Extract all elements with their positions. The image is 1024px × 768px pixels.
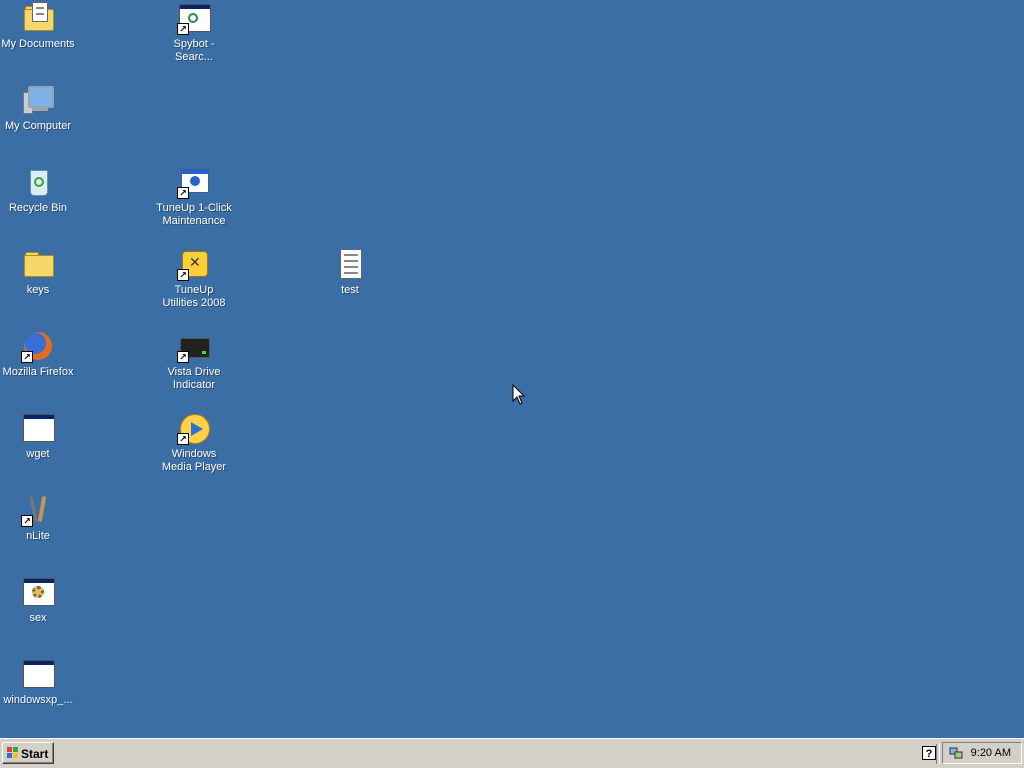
drive-indicator-icon: ↗ bbox=[177, 330, 210, 363]
tuneup-1-click-icon: ↗ bbox=[177, 166, 210, 199]
recycle-bin-icon bbox=[22, 166, 54, 198]
application-window-icon bbox=[22, 658, 55, 690]
desktop-icon-label: Spybot - Searc... bbox=[173, 38, 215, 63]
start-label: Start bbox=[21, 747, 49, 761]
desktop-icon-keys[interactable]: keys bbox=[0, 248, 76, 297]
desktop-icon-label: TuneUp Utilities 2008 bbox=[162, 284, 226, 309]
desktop-icon-label: test bbox=[341, 284, 359, 296]
desktop-icon-label: nLite bbox=[26, 530, 50, 542]
desktop-icon-nlite[interactable]: ↗ nLite bbox=[0, 494, 76, 543]
clock[interactable]: 9:20 AM bbox=[971, 747, 1011, 759]
shortcut-arrow-icon: ↗ bbox=[21, 515, 33, 527]
network-icon[interactable] bbox=[949, 746, 963, 760]
application-window-icon bbox=[22, 412, 55, 444]
help-icon[interactable]: ? bbox=[922, 746, 936, 760]
spybot-icon: ↗ bbox=[177, 2, 211, 35]
shortcut-arrow-icon: ↗ bbox=[177, 269, 189, 281]
desktop-icon-tuneup-utilities[interactable]: ✕ ↗ TuneUp Utilities 2008 bbox=[156, 248, 232, 310]
system-tray: 9:20 AM bbox=[942, 742, 1022, 764]
desktop-icon-label: My Documents bbox=[1, 38, 75, 50]
firefox-icon: ↗ bbox=[21, 330, 54, 363]
shortcut-arrow-icon: ↗ bbox=[177, 351, 189, 363]
desktop-icon-label: wget bbox=[26, 448, 50, 460]
shortcut-arrow-icon: ↗ bbox=[177, 23, 189, 35]
desktop-icon-test[interactable]: test bbox=[312, 248, 388, 297]
desktop-icon-label: windowsxp_... bbox=[3, 694, 73, 706]
application-gear-icon bbox=[22, 576, 55, 608]
desktop-icon-tuneup-1-click[interactable]: ↗ TuneUp 1-Click Maintenance bbox=[156, 166, 232, 228]
desktop-icon-label: TuneUp 1-Click Maintenance bbox=[156, 202, 232, 227]
desktop-icon-label: sex bbox=[29, 612, 47, 624]
windows-media-player-icon: ↗ bbox=[177, 412, 210, 445]
mouse-cursor-icon bbox=[512, 384, 526, 405]
tuneup-utilities-icon: ✕ ↗ bbox=[177, 248, 210, 281]
desktop-icon-label: Windows Media Player bbox=[161, 448, 227, 473]
desktop-icon-label: Vista Drive Indicator bbox=[167, 366, 221, 391]
start-button[interactable]: Start bbox=[2, 742, 54, 764]
shortcut-arrow-icon: ↗ bbox=[177, 187, 189, 199]
desktop-icon-label: Mozilla Firefox bbox=[2, 366, 74, 378]
folder-icon bbox=[22, 248, 54, 280]
shortcut-arrow-icon: ↗ bbox=[177, 433, 189, 445]
nlite-icon: ↗ bbox=[21, 494, 54, 527]
desktop-icon-my-computer[interactable]: My Computer bbox=[0, 84, 76, 133]
desktop-icon-my-documents[interactable]: My Documents bbox=[0, 2, 76, 51]
desktop-icon-recycle-bin[interactable]: Recycle Bin bbox=[0, 166, 76, 215]
desktop-icon-sex[interactable]: sex bbox=[0, 576, 76, 625]
desktop[interactable]: My Documents My Computer Recycle Bin key… bbox=[0, 0, 1024, 738]
desktop-icon-wget[interactable]: wget bbox=[0, 412, 76, 461]
desktop-icon-mozilla-firefox[interactable]: ↗ Mozilla Firefox bbox=[0, 330, 76, 379]
shortcut-arrow-icon: ↗ bbox=[21, 351, 33, 363]
my-documents-icon bbox=[22, 2, 54, 34]
desktop-icon-vista-drive-indicator[interactable]: ↗ Vista Drive Indicator bbox=[156, 330, 232, 392]
taskbar: Start ? 9:20 AM bbox=[0, 738, 1024, 768]
text-document-icon bbox=[334, 248, 366, 280]
desktop-icon-label: keys bbox=[26, 284, 50, 296]
windows-logo-icon bbox=[7, 747, 19, 759]
my-computer-icon bbox=[22, 84, 54, 116]
desktop-icon-windowsxp[interactable]: windowsxp_... bbox=[0, 658, 76, 707]
tray-separator bbox=[936, 744, 940, 764]
desktop-icon-spybot[interactable]: ↗ Spybot - Searc... bbox=[156, 2, 232, 64]
desktop-icon-windows-media-player[interactable]: ↗ Windows Media Player bbox=[156, 412, 232, 474]
desktop-icon-label: My Computer bbox=[4, 120, 72, 132]
desktop-icon-label: Recycle Bin bbox=[8, 202, 68, 214]
